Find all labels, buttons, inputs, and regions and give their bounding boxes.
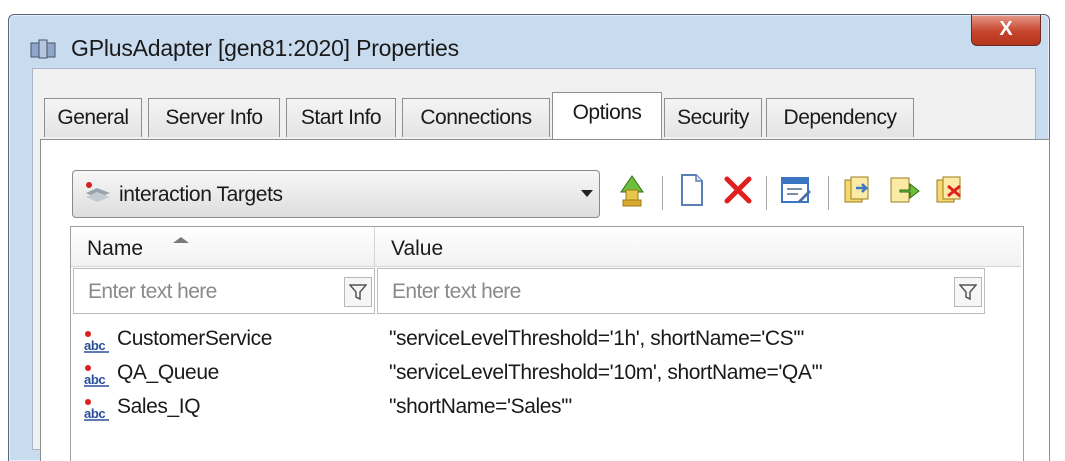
move-up-icon: [617, 172, 647, 213]
close-button[interactable]: X: [971, 15, 1041, 46]
copy-icon: [842, 174, 874, 211]
tab-options[interactable]: Options: [552, 92, 662, 139]
tab-security[interactable]: Security: [664, 98, 762, 137]
name-filter-placeholder: Enter text here: [88, 280, 217, 303]
svg-text:abc: abc: [84, 372, 105, 387]
delete-button[interactable]: [718, 170, 758, 214]
toolbar-separator: [828, 176, 829, 210]
toolbar-separator: [662, 176, 663, 210]
tab-connections[interactable]: Connections: [402, 98, 550, 137]
new-button[interactable]: [672, 170, 712, 214]
value-filter-placeholder: Enter text here: [392, 280, 521, 303]
table-row[interactable]: abc Sales_IQ "shortName='Sales'": [71, 389, 1021, 425]
svg-text:abc: abc: [84, 406, 105, 421]
import-icon: [934, 174, 966, 211]
edit-properties-button[interactable]: [776, 170, 816, 214]
delete-icon: [723, 175, 753, 210]
value-column-label: Value: [391, 237, 444, 260]
new-document-icon: [679, 173, 705, 212]
option-value: "serviceLevelThreshold='10m', shortName=…: [389, 361, 823, 384]
value-filter-field[interactable]: Enter text here: [377, 268, 985, 314]
tab-start-info[interactable]: Start Info: [286, 98, 396, 137]
value-column-header[interactable]: Value: [375, 227, 1021, 267]
window-title: GPlusAdapter [gen81:2020] Properties: [71, 35, 459, 61]
toolbar-separator: [766, 176, 767, 210]
name-filter-field[interactable]: Enter text here: [73, 268, 375, 314]
string-type-icon: abc: [83, 331, 113, 353]
chevron-down-icon[interactable]: [581, 190, 593, 197]
adapter-app-icon: [29, 37, 57, 63]
copy-button[interactable]: [838, 170, 878, 214]
string-type-icon: abc: [83, 399, 113, 421]
tab-server-info[interactable]: Server Info: [148, 98, 280, 137]
sort-ascending-icon: [173, 237, 189, 243]
section-select[interactable]: interaction Targets: [72, 170, 600, 218]
option-value: "serviceLevelThreshold='1h', shortName='…: [389, 327, 804, 350]
tab-general[interactable]: General: [44, 98, 142, 137]
option-name: CustomerService: [117, 327, 273, 350]
section-select-value: interaction Targets: [119, 183, 283, 206]
value-filter-funnel-icon[interactable]: [954, 277, 982, 307]
edit-properties-icon: [780, 175, 812, 210]
import-button[interactable]: [930, 170, 970, 214]
name-filter-funnel-icon[interactable]: [344, 277, 372, 307]
export-button[interactable]: [884, 170, 924, 214]
table-row[interactable]: abc CustomerService "serviceLevelThresho…: [71, 321, 1021, 357]
section-icon: [83, 181, 113, 205]
option-name: Sales_IQ: [117, 395, 201, 418]
string-type-icon: abc: [83, 365, 113, 387]
export-icon: [888, 174, 920, 211]
name-column-label: Name: [87, 237, 144, 260]
option-value: "shortName='Sales'": [389, 395, 572, 418]
option-name: QA_Queue: [117, 361, 219, 384]
tab-dependency[interactable]: Dependency: [766, 98, 914, 137]
options-grid: Name Value Enter text here Enter text he…: [70, 226, 1024, 461]
move-up-button[interactable]: [612, 170, 652, 214]
name-column-header[interactable]: Name: [71, 227, 375, 267]
table-row[interactable]: abc QA_Queue "serviceLevelThreshold='10m…: [71, 355, 1021, 391]
svg-text:abc: abc: [84, 338, 105, 353]
